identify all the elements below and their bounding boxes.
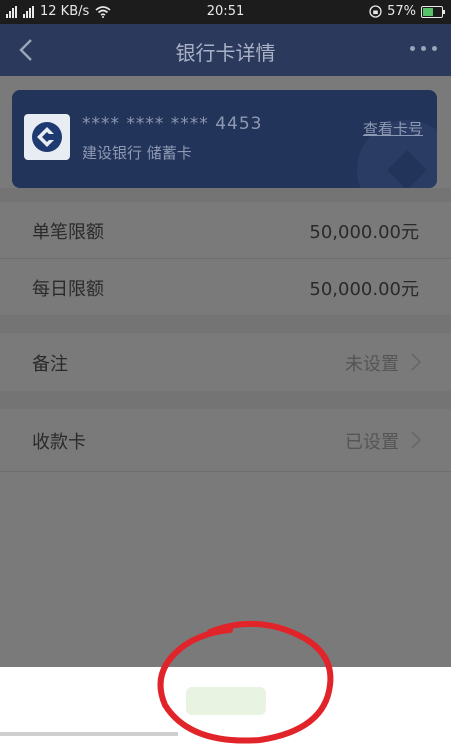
daily-limit-value: 50,000.00元	[309, 279, 419, 300]
daily-limit-label: 每日限额	[32, 279, 104, 300]
status-right: 57%	[369, 4, 445, 19]
bank-name: 建设银行 储蓄卡	[82, 144, 192, 162]
bank-logo-icon	[24, 114, 70, 160]
card-number: **** **** **** 4453	[82, 114, 263, 134]
spacer	[0, 391, 451, 409]
view-card-number-link[interactable]: 查看卡号	[363, 118, 423, 139]
chevron-right-icon	[411, 353, 422, 371]
scroll-indicator	[0, 732, 178, 736]
battery-icon	[421, 5, 445, 18]
status-bar: 12 KB/s 20:51 57%	[0, 0, 451, 24]
receive-card-row[interactable]: 收款卡 已设置	[0, 409, 451, 471]
receive-card-label: 收款卡	[32, 432, 86, 453]
spacer	[0, 188, 451, 202]
remark-value: 未设置	[345, 354, 399, 375]
single-limit-label: 单笔限额	[32, 222, 104, 243]
remark-row[interactable]: 备注 未设置	[0, 333, 451, 391]
page-title: 银行卡详情	[175, 41, 276, 65]
spacer	[0, 315, 451, 333]
receive-card-value: 已设置	[345, 432, 399, 453]
lock-rotation-icon	[369, 5, 382, 18]
battery-percent: 57%	[387, 4, 416, 19]
header: 银行卡详情	[0, 24, 451, 76]
more-icon[interactable]	[410, 46, 437, 51]
daily-limit-row: 每日限额 50,000.00元	[0, 259, 451, 315]
bank-card: **** **** **** 4453 建设银行 储蓄卡 查看卡号	[12, 90, 437, 188]
chevron-right-icon	[411, 431, 422, 449]
unbind-button[interactable]	[186, 687, 266, 715]
single-limit-value: 50,000.00元	[309, 222, 419, 243]
battery-fill	[423, 7, 433, 16]
remark-label: 备注	[32, 354, 68, 375]
divider	[0, 471, 451, 472]
single-limit-row: 单笔限额 50,000.00元	[0, 202, 451, 258]
